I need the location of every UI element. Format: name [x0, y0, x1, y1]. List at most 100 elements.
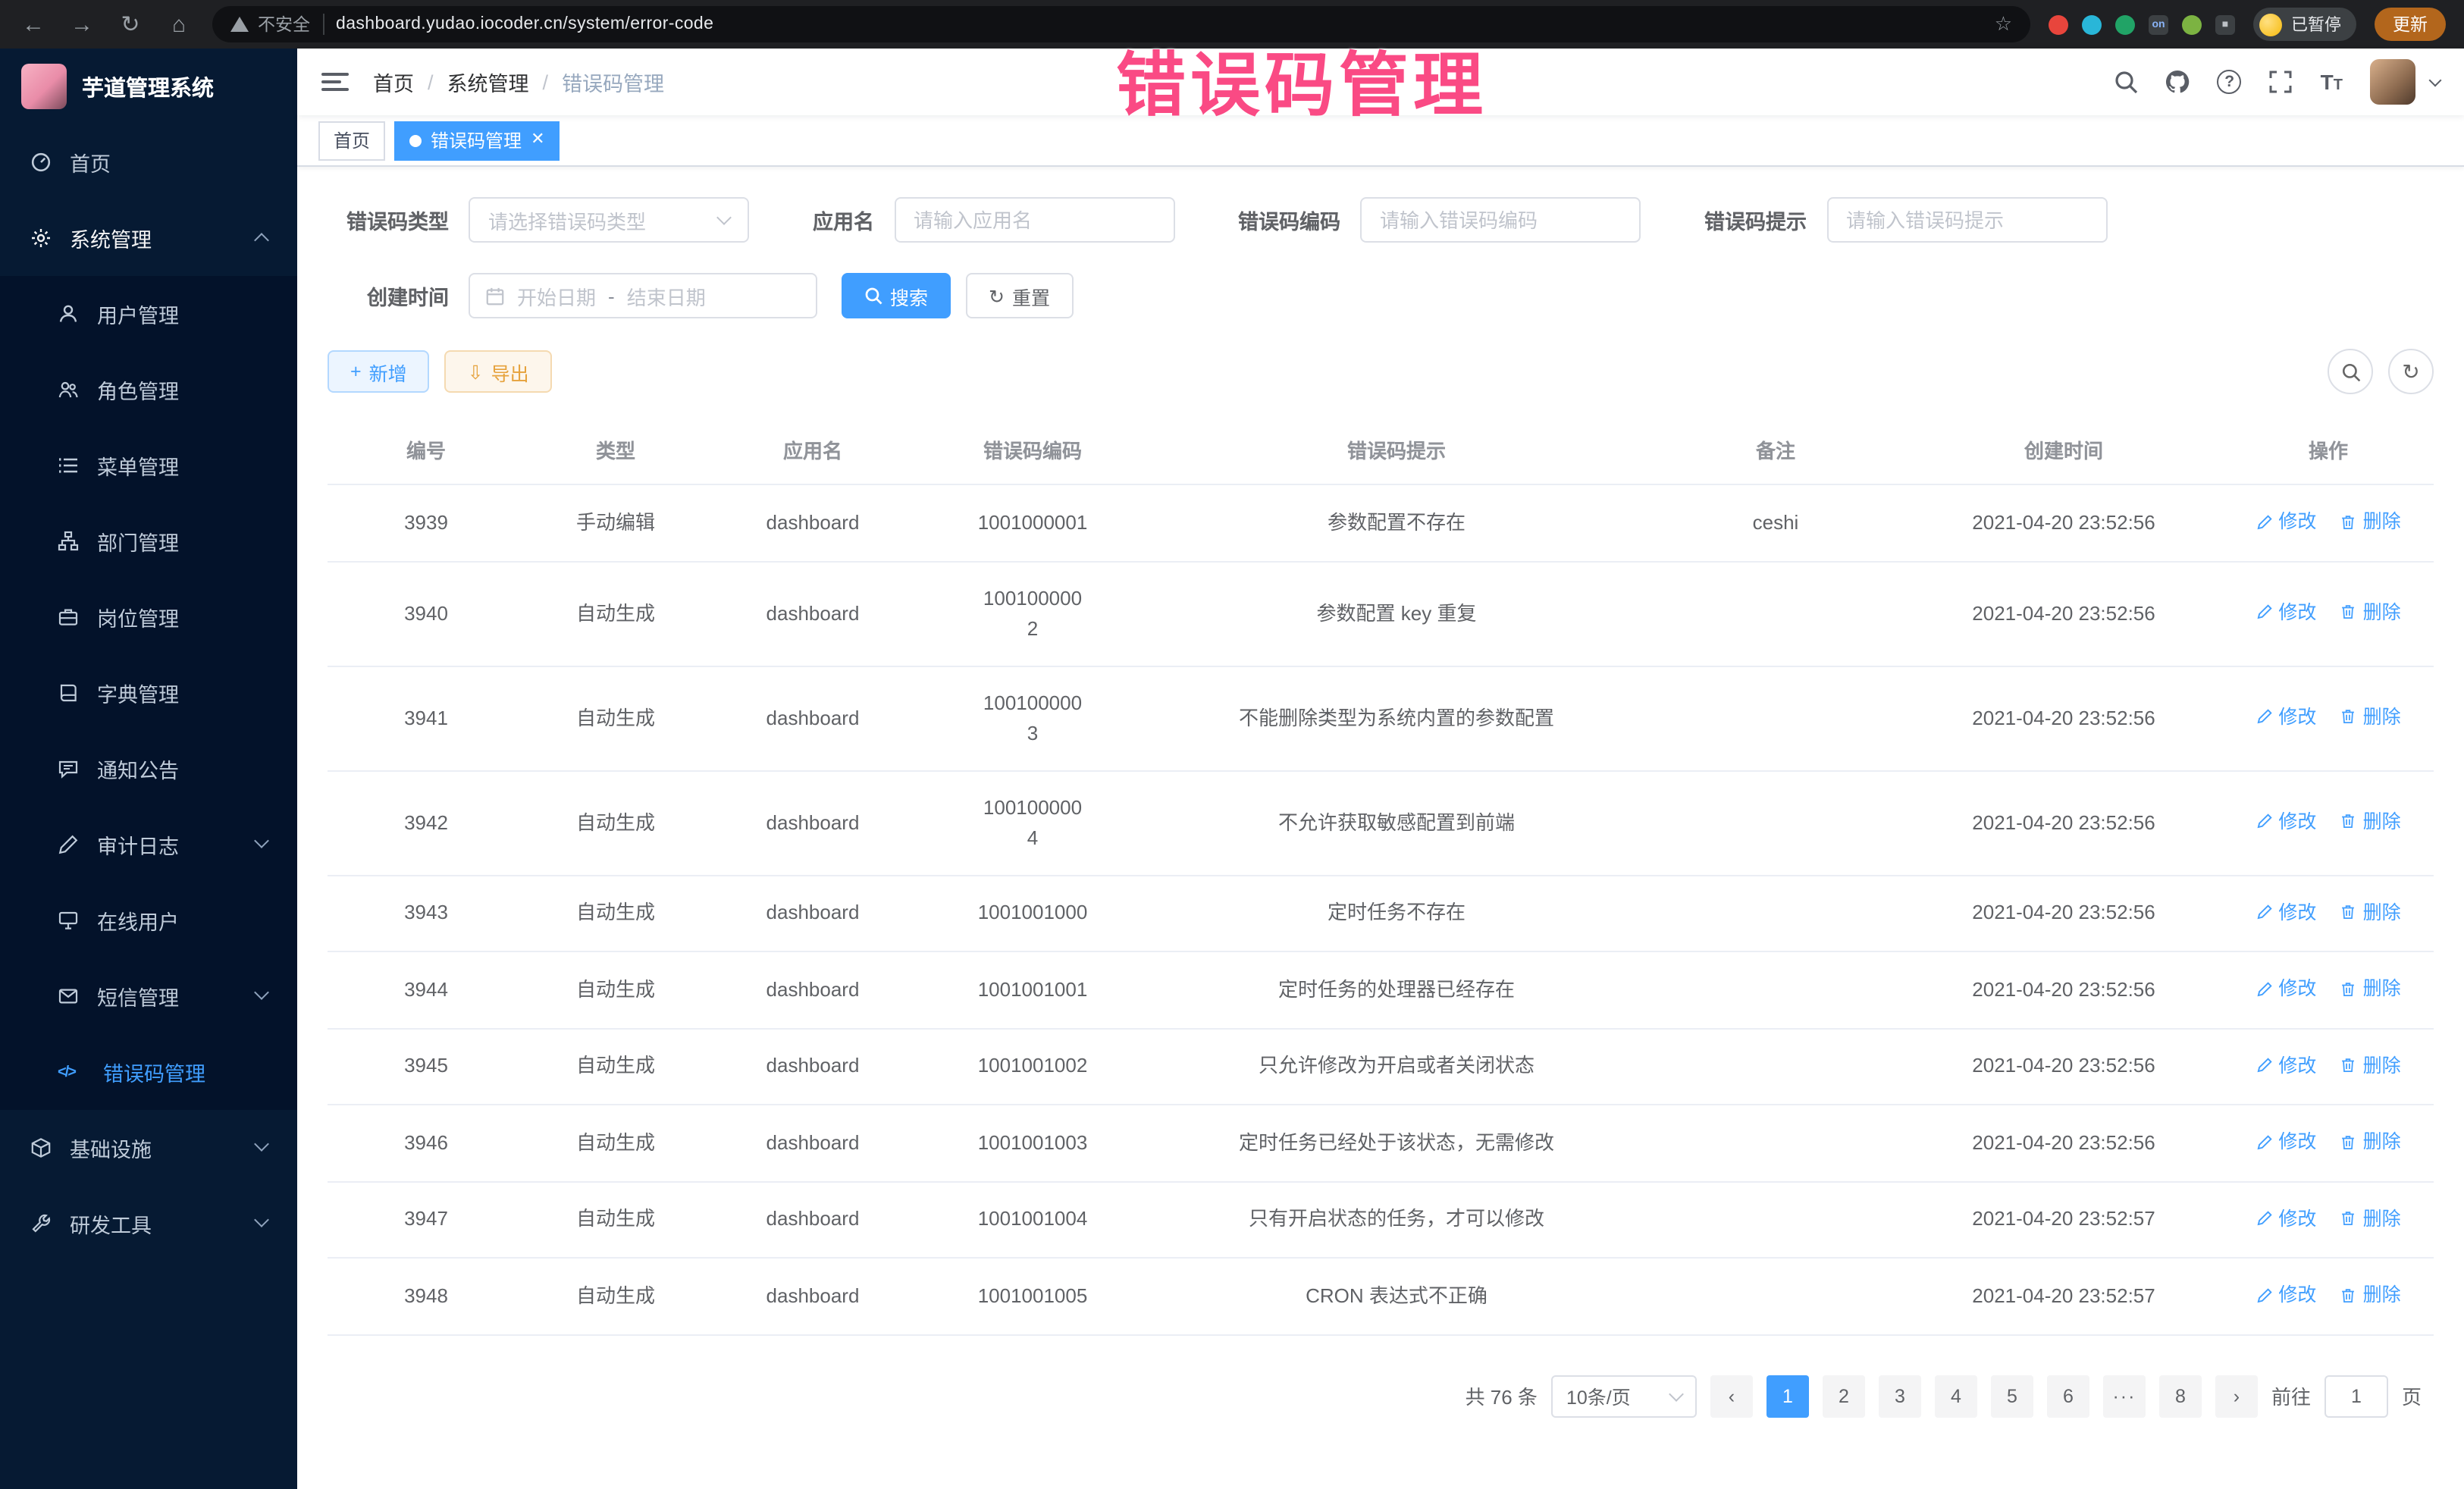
sidebar-item-notice[interactable]: 通知公告 — [0, 731, 297, 807]
breadcrumb-home[interactable]: 首页 — [373, 67, 414, 97]
pager-next[interactable]: › — [2215, 1375, 2258, 1417]
search-icon[interactable] — [2114, 70, 2139, 94]
edit-link[interactable]: 修改 — [2256, 702, 2316, 732]
delete-link[interactable]: 删除 — [2340, 1280, 2401, 1310]
edit-link[interactable]: 修改 — [2256, 897, 2316, 927]
delete-link[interactable]: 删除 — [2340, 702, 2401, 732]
search-button[interactable]: 搜索 — [842, 273, 951, 318]
back-icon[interactable]: ← — [18, 11, 49, 37]
delete-link[interactable]: 删除 — [2340, 1203, 2401, 1234]
sidebar-item-infra[interactable]: 基础设施 — [0, 1110, 297, 1186]
sidebar-item-role[interactable]: 角色管理 — [0, 352, 297, 428]
fullscreen-icon[interactable] — [2269, 70, 2293, 94]
tag-errcode[interactable]: 错误码管理 ✕ — [394, 121, 560, 160]
cell-operations: 修改 删除 — [2223, 561, 2434, 666]
bookmark-star-icon[interactable]: ☆ — [1995, 12, 2012, 36]
sidebar-item-tools[interactable]: 研发工具 — [0, 1186, 297, 1262]
sidebar-item-system[interactable]: 系统管理 — [0, 200, 297, 276]
cell-code: 100100000 4 — [919, 770, 1146, 875]
pager-more[interactable]: ··· — [2103, 1375, 2146, 1417]
edit-link[interactable]: 修改 — [2256, 1050, 2316, 1080]
delete-link[interactable]: 删除 — [2340, 807, 2401, 837]
table-row: 3942 自动生成 dashboard 100100000 4 不允许获取敏感配… — [328, 770, 2434, 875]
pager-page-1[interactable]: 1 — [1766, 1375, 1809, 1417]
help-icon[interactable]: ? — [2218, 70, 2242, 94]
goto-page-input[interactable] — [2324, 1375, 2388, 1417]
browser-update-button[interactable]: 更新 — [2375, 8, 2446, 41]
hamburger-icon[interactable] — [321, 73, 349, 91]
breadcrumb: 首页 / 系统管理 / 错误码管理 — [373, 67, 664, 97]
sidebar-item-audit[interactable]: 审计日志 — [0, 807, 297, 882]
extension-teal-icon[interactable] — [2082, 14, 2102, 34]
cell-remark — [1647, 561, 1904, 666]
sidebar-item-online[interactable]: 在线用户 — [0, 882, 297, 958]
extension-leaf-icon[interactable] — [2182, 14, 2202, 34]
security-chip[interactable]: 不安全 — [230, 12, 310, 36]
sidebar-item-user[interactable]: 用户管理 — [0, 276, 297, 352]
pager-page-5[interactable]: 5 — [1991, 1375, 2033, 1417]
sidebar-item-errcode[interactable]: </> 错误码管理 — [0, 1034, 297, 1110]
breadcrumb-system[interactable]: 系统管理 — [447, 67, 529, 97]
edit-link[interactable]: 修改 — [2256, 807, 2316, 837]
github-icon[interactable] — [2166, 70, 2190, 94]
tree-icon — [58, 531, 79, 552]
edit-link[interactable]: 修改 — [2256, 506, 2316, 537]
cell-hint: 只有开启状态的任务，才可以修改 — [1146, 1181, 1647, 1258]
cell-id: 3941 — [328, 666, 525, 770]
sidebar-item-post[interactable]: 岗位管理 — [0, 579, 297, 655]
sidebar-item-menu[interactable]: 菜单管理 — [0, 428, 297, 503]
edit-link-label: 修改 — [2278, 1127, 2316, 1157]
avatar-caret-icon[interactable] — [2429, 74, 2442, 86]
edit-link[interactable]: 修改 — [2256, 1127, 2316, 1157]
extension-on-icon[interactable]: on — [2149, 14, 2168, 34]
delete-link[interactable]: 删除 — [2340, 897, 2401, 927]
tag-home[interactable]: 首页 — [318, 121, 385, 160]
sidebar-item-sms[interactable]: 短信管理 — [0, 958, 297, 1034]
edit-link[interactable]: 修改 — [2256, 597, 2316, 628]
close-icon[interactable]: ✕ — [531, 132, 544, 149]
hint-input[interactable] — [1826, 197, 2107, 243]
refresh-button[interactable]: ↻ — [2388, 349, 2434, 394]
pager-page-3[interactable]: 3 — [1879, 1375, 1921, 1417]
edit-link[interactable]: 修改 — [2256, 973, 2316, 1004]
app-logo[interactable]: 芋道管理系统 — [0, 49, 297, 124]
pager-page-2[interactable]: 2 — [1823, 1375, 1865, 1417]
pager-page-8[interactable]: 8 — [2159, 1375, 2202, 1417]
address-bar[interactable]: 不安全 dashboard.yudao.iocoder.cn/system/er… — [212, 6, 2030, 42]
pager-page-6[interactable]: 6 — [2047, 1375, 2089, 1417]
sidebar-item-dict[interactable]: 字典管理 — [0, 655, 297, 731]
extension-red-icon[interactable] — [2049, 14, 2068, 34]
home-icon[interactable]: ⌂ — [164, 11, 194, 37]
font-size-icon[interactable]: TT — [2321, 70, 2343, 94]
app-input[interactable] — [894, 197, 1174, 243]
date-range-picker[interactable]: 开始日期 - 结束日期 — [469, 273, 817, 318]
pager-page-4[interactable]: 4 — [1935, 1375, 1977, 1417]
delete-link[interactable]: 删除 — [2340, 1127, 2401, 1157]
code-input[interactable] — [1360, 197, 1641, 243]
delete-link[interactable]: 删除 — [2340, 973, 2401, 1004]
reload-icon[interactable]: ↻ — [115, 11, 146, 38]
forward-icon[interactable]: → — [67, 11, 97, 37]
delete-link[interactable]: 删除 — [2340, 506, 2401, 537]
edit-link[interactable]: 修改 — [2256, 1280, 2316, 1310]
delete-link[interactable]: 删除 — [2340, 1050, 2401, 1080]
cell-type: 自动生成 — [525, 951, 707, 1028]
puzzle-icon[interactable]: ■ — [2215, 14, 2235, 34]
edit-link[interactable]: 修改 — [2256, 1203, 2316, 1234]
chevron-down-icon — [254, 1212, 269, 1227]
type-select[interactable]: 请选择错误码类型 — [469, 197, 749, 243]
delete-link[interactable]: 删除 — [2340, 597, 2401, 628]
export-button[interactable]: ⇩ 导出 — [445, 350, 552, 393]
dashboard-icon — [30, 152, 52, 173]
sidebar-item-dept[interactable]: 部门管理 — [0, 503, 297, 579]
profile-paused-badge[interactable]: 已暂停 — [2253, 8, 2356, 41]
page-size-select[interactable]: 10条/页 — [1551, 1375, 1697, 1417]
extension-green-icon[interactable] — [2115, 14, 2135, 34]
search-toggle-button[interactable] — [2328, 349, 2373, 394]
pager-prev[interactable]: ‹ — [1710, 1375, 1753, 1417]
add-button[interactable]: + 新增 — [328, 350, 430, 393]
reset-button[interactable]: ↻ 重置 — [966, 273, 1073, 318]
sidebar-item-home[interactable]: 首页 — [0, 124, 297, 200]
user-avatar[interactable] — [2370, 59, 2415, 105]
export-button-label: 导出 — [491, 357, 529, 386]
